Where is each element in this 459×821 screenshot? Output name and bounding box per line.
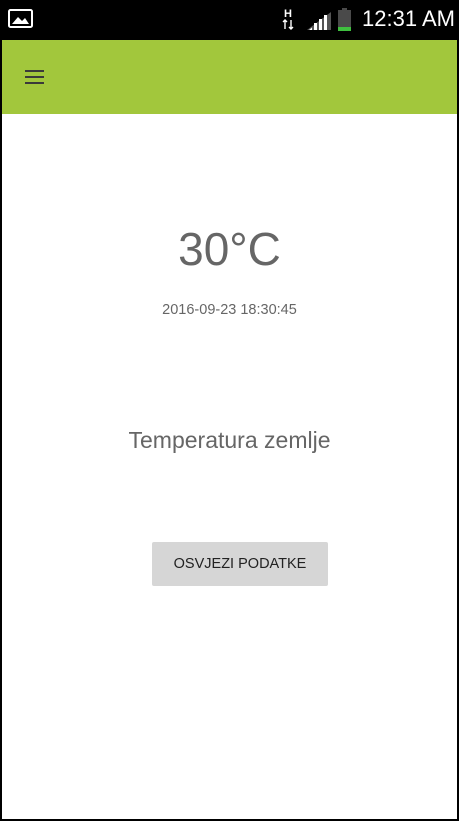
sensor-label: Temperatura zemlje <box>128 427 331 453</box>
network-type-icon: H <box>282 8 294 30</box>
battery-icon <box>338 8 351 31</box>
app-screen: H 12:31 AM 30°C 2016-09-23 18:30:45 Temp… <box>0 0 459 821</box>
app-bar <box>2 40 457 114</box>
signal-strength-icon <box>307 12 331 30</box>
status-time: 12:31 AM <box>362 6 455 31</box>
svg-text:H: H <box>284 8 292 20</box>
refresh-data-button[interactable]: OSVJEZI PODATKE <box>152 542 328 586</box>
main-content: 30°C 2016-09-23 18:30:45 Temperatura zem… <box>2 114 457 819</box>
status-bar: H 12:31 AM <box>2 2 457 40</box>
measurement-timestamp: 2016-09-23 18:30:45 <box>162 302 297 318</box>
image-notification-icon <box>8 9 33 28</box>
temperature-value: 30°C <box>178 223 281 275</box>
hamburger-menu-icon[interactable] <box>22 64 52 90</box>
